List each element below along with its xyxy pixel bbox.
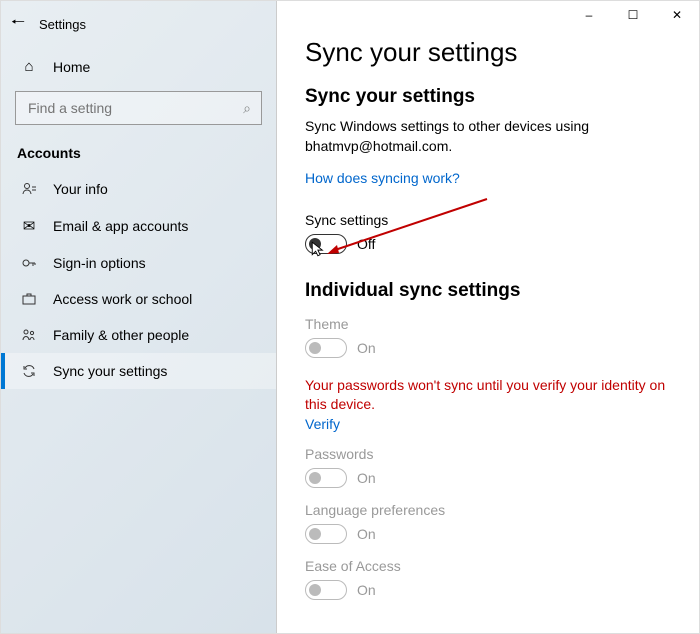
language-toggle — [305, 524, 347, 544]
verify-link[interactable]: Verify — [305, 416, 671, 432]
ease-state: On — [357, 582, 376, 598]
toggle-knob-icon — [309, 528, 321, 540]
main-content: – ☐ ✕ Sync your settings Sync your setti… — [277, 1, 699, 633]
people-icon — [19, 327, 39, 343]
sidebar-item-label: Email & app accounts — [53, 218, 188, 234]
sync-settings-toggle-row: Off — [305, 234, 671, 254]
briefcase-icon — [19, 291, 39, 307]
sync-settings-label: Sync settings — [305, 212, 671, 228]
sidebar-item-signin[interactable]: Sign-in options — [1, 245, 276, 281]
search-input[interactable] — [26, 99, 243, 117]
sidebar: 🠐 Settings ⌂ Home ⌕ Accounts Your info ✉… — [1, 1, 277, 633]
password-warning: Your passwords won't sync until you veri… — [305, 376, 671, 414]
sync-description-2: bhatmvp@hotmail.com. — [305, 138, 671, 154]
theme-toggle-row: On — [305, 338, 671, 358]
home-icon: ⌂ — [19, 58, 39, 75]
ease-toggle — [305, 580, 347, 600]
passwords-toggle — [305, 468, 347, 488]
sidebar-item-label: Access work or school — [53, 291, 192, 307]
language-label: Language preferences — [305, 502, 671, 518]
search-input-container[interactable]: ⌕ — [15, 91, 262, 125]
search-icon: ⌕ — [243, 100, 251, 117]
cursor-icon — [310, 240, 328, 258]
passwords-label: Passwords — [305, 446, 671, 462]
sidebar-item-sync[interactable]: Sync your settings — [1, 353, 276, 389]
sidebar-item-label: Family & other people — [53, 327, 189, 343]
user-icon — [19, 181, 39, 197]
ease-label: Ease of Access — [305, 558, 671, 574]
settings-header: 🠐 Settings — [1, 7, 276, 48]
home-nav[interactable]: ⌂ Home — [1, 48, 276, 85]
sidebar-item-work[interactable]: Access work or school — [1, 281, 276, 317]
theme-toggle — [305, 338, 347, 358]
minimize-button[interactable]: – — [567, 1, 611, 29]
sidebar-item-email[interactable]: ✉ Email & app accounts — [1, 207, 276, 245]
sync-description-1: Sync Windows settings to other devices u… — [305, 118, 671, 134]
individual-sync-title: Individual sync settings — [305, 280, 671, 302]
section-accounts-label: Accounts — [1, 139, 276, 171]
sync-settings-state: Off — [357, 236, 375, 252]
toggle-knob-icon — [309, 584, 321, 596]
passwords-toggle-row: On — [305, 468, 671, 488]
maximize-button[interactable]: ☐ — [611, 1, 655, 29]
theme-label: Theme — [305, 316, 671, 332]
mail-icon: ✉ — [19, 217, 39, 235]
sidebar-item-family[interactable]: Family & other people — [1, 317, 276, 353]
page-title: Sync your settings — [305, 37, 671, 68]
sidebar-item-your-info[interactable]: Your info — [1, 171, 276, 207]
sidebar-item-label: Your info — [53, 181, 108, 197]
toggle-knob-icon — [309, 342, 321, 354]
key-icon — [19, 255, 39, 271]
toggle-knob-icon — [309, 472, 321, 484]
back-icon[interactable]: 🠐 — [11, 11, 25, 38]
section-title: Sync your settings — [305, 86, 671, 108]
home-label: Home — [53, 59, 90, 75]
theme-state: On — [357, 340, 376, 356]
titlebar: – ☐ ✕ — [277, 1, 699, 31]
close-button[interactable]: ✕ — [655, 1, 699, 29]
ease-toggle-row: On — [305, 580, 671, 600]
sidebar-item-label: Sync your settings — [53, 363, 167, 379]
window-title: Settings — [39, 17, 86, 32]
language-toggle-row: On — [305, 524, 671, 544]
sidebar-item-label: Sign-in options — [53, 255, 146, 271]
how-syncing-works-link[interactable]: How does syncing work? — [305, 170, 460, 186]
passwords-state: On — [357, 470, 376, 486]
sync-icon — [19, 363, 39, 379]
language-state: On — [357, 526, 376, 542]
